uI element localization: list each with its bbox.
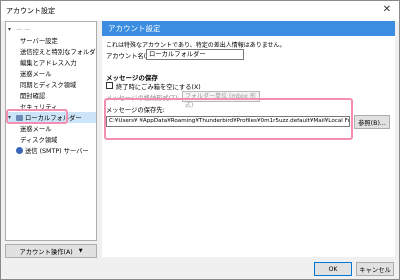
browse-button[interactable]: 参照(B)...: [354, 115, 390, 129]
folder-icon: [16, 114, 23, 121]
tree-item-label: 開封確認: [20, 93, 46, 100]
ok-button[interactable]: OK: [314, 262, 352, 276]
expand-icon[interactable]: ▾: [8, 26, 11, 33]
tree-item-label: 迷惑メール: [20, 126, 52, 133]
account-tree: ▾ — — サーバー設定 送信控えと特別なフォルダー 編集とアドレス入力 迷惑メ…: [5, 21, 97, 241]
tree-item-label: 迷惑メール: [20, 71, 52, 78]
storage-dir-label: メッセージの保存先:: [106, 107, 165, 114]
account-actions-label: アカウント操作(A): [19, 248, 73, 256]
storage-type-select: フォルダー単位 (mbox 形式): [182, 91, 260, 109]
tree-item-label: ローカルフォルダー: [25, 115, 82, 122]
tree-root-label: — —: [16, 26, 31, 33]
tree-item-label: 同期とディスク領域: [20, 82, 77, 89]
info-text: これは特殊なアカウントであり、特定の差出人情報はありません。: [106, 42, 286, 49]
tree-item-receipts[interactable]: 開封確認: [6, 90, 96, 101]
tree-item-composition[interactable]: 編集とアドレス入力: [6, 57, 96, 68]
empty-trash-label: 終了時にごみ箱を空にする(X): [116, 84, 201, 91]
tree-item-local-folders[interactable]: ▾ ローカルフォルダー: [6, 112, 96, 123]
tree-item-label: セキュリティ: [20, 104, 58, 111]
expand-icon[interactable]: ▾: [8, 114, 11, 121]
account-name-input[interactable]: ローカルフォルダー: [146, 49, 244, 60]
close-icon[interactable]: ✕: [383, 5, 391, 15]
tree-item-local-disk[interactable]: ディスク領域: [6, 134, 96, 145]
tree-item-label: ディスク領域: [20, 137, 58, 144]
tree-item-label: 編集とアドレス入力: [20, 60, 77, 67]
tree-item-server-settings[interactable]: サーバー設定: [6, 35, 96, 46]
tree-item-junk[interactable]: 迷惑メール: [6, 68, 96, 79]
tree-item-sync-disk[interactable]: 同期とディスク領域: [6, 79, 96, 90]
chevron-down-icon: ▼: [78, 248, 83, 254]
account-actions-button[interactable]: アカウント操作(A) ▼: [5, 244, 97, 258]
window-title: アカウント設定: [6, 7, 55, 15]
title-bar: アカウント設定 ✕: [1, 1, 399, 21]
cancel-button[interactable]: キャンセル: [356, 262, 394, 276]
smtp-server-icon: [16, 147, 23, 154]
settings-panel: アカウント設定 これは特殊なアカウントであり、特定の差出人情報はありません。 ア…: [102, 21, 395, 257]
message-storage-title: メッセージの保存: [106, 74, 158, 82]
tree-item-label: 送信控えと特別なフォルダー: [20, 49, 97, 56]
tree-item-smtp[interactable]: 送信 (SMTP) サーバー: [6, 145, 96, 156]
panel-header: アカウント設定: [102, 21, 395, 36]
empty-trash-checkbox[interactable]: [106, 82, 113, 89]
tree-root[interactable]: ▾ — —: [6, 24, 96, 35]
tree-item-label: サーバー設定: [20, 38, 58, 45]
storage-dir-input[interactable]: C:¥Users¥ ¥AppData¥Roaming¥Thunderbird¥P…: [106, 116, 350, 127]
tree-item-copies-folders[interactable]: 送信控えと特別なフォルダー: [6, 46, 96, 57]
storage-type-label: メッセージの格納形式(T):: [106, 95, 180, 102]
tree-item-local-junk[interactable]: 迷惑メール: [6, 123, 96, 134]
tree-item-security[interactable]: セキュリティ: [6, 101, 96, 112]
account-settings-window: アカウント設定 ✕ ▾ — — サーバー設定 送信控えと特別なフォルダー 編集と…: [0, 0, 400, 280]
tree-item-label: 送信 (SMTP) サーバー: [25, 148, 89, 155]
